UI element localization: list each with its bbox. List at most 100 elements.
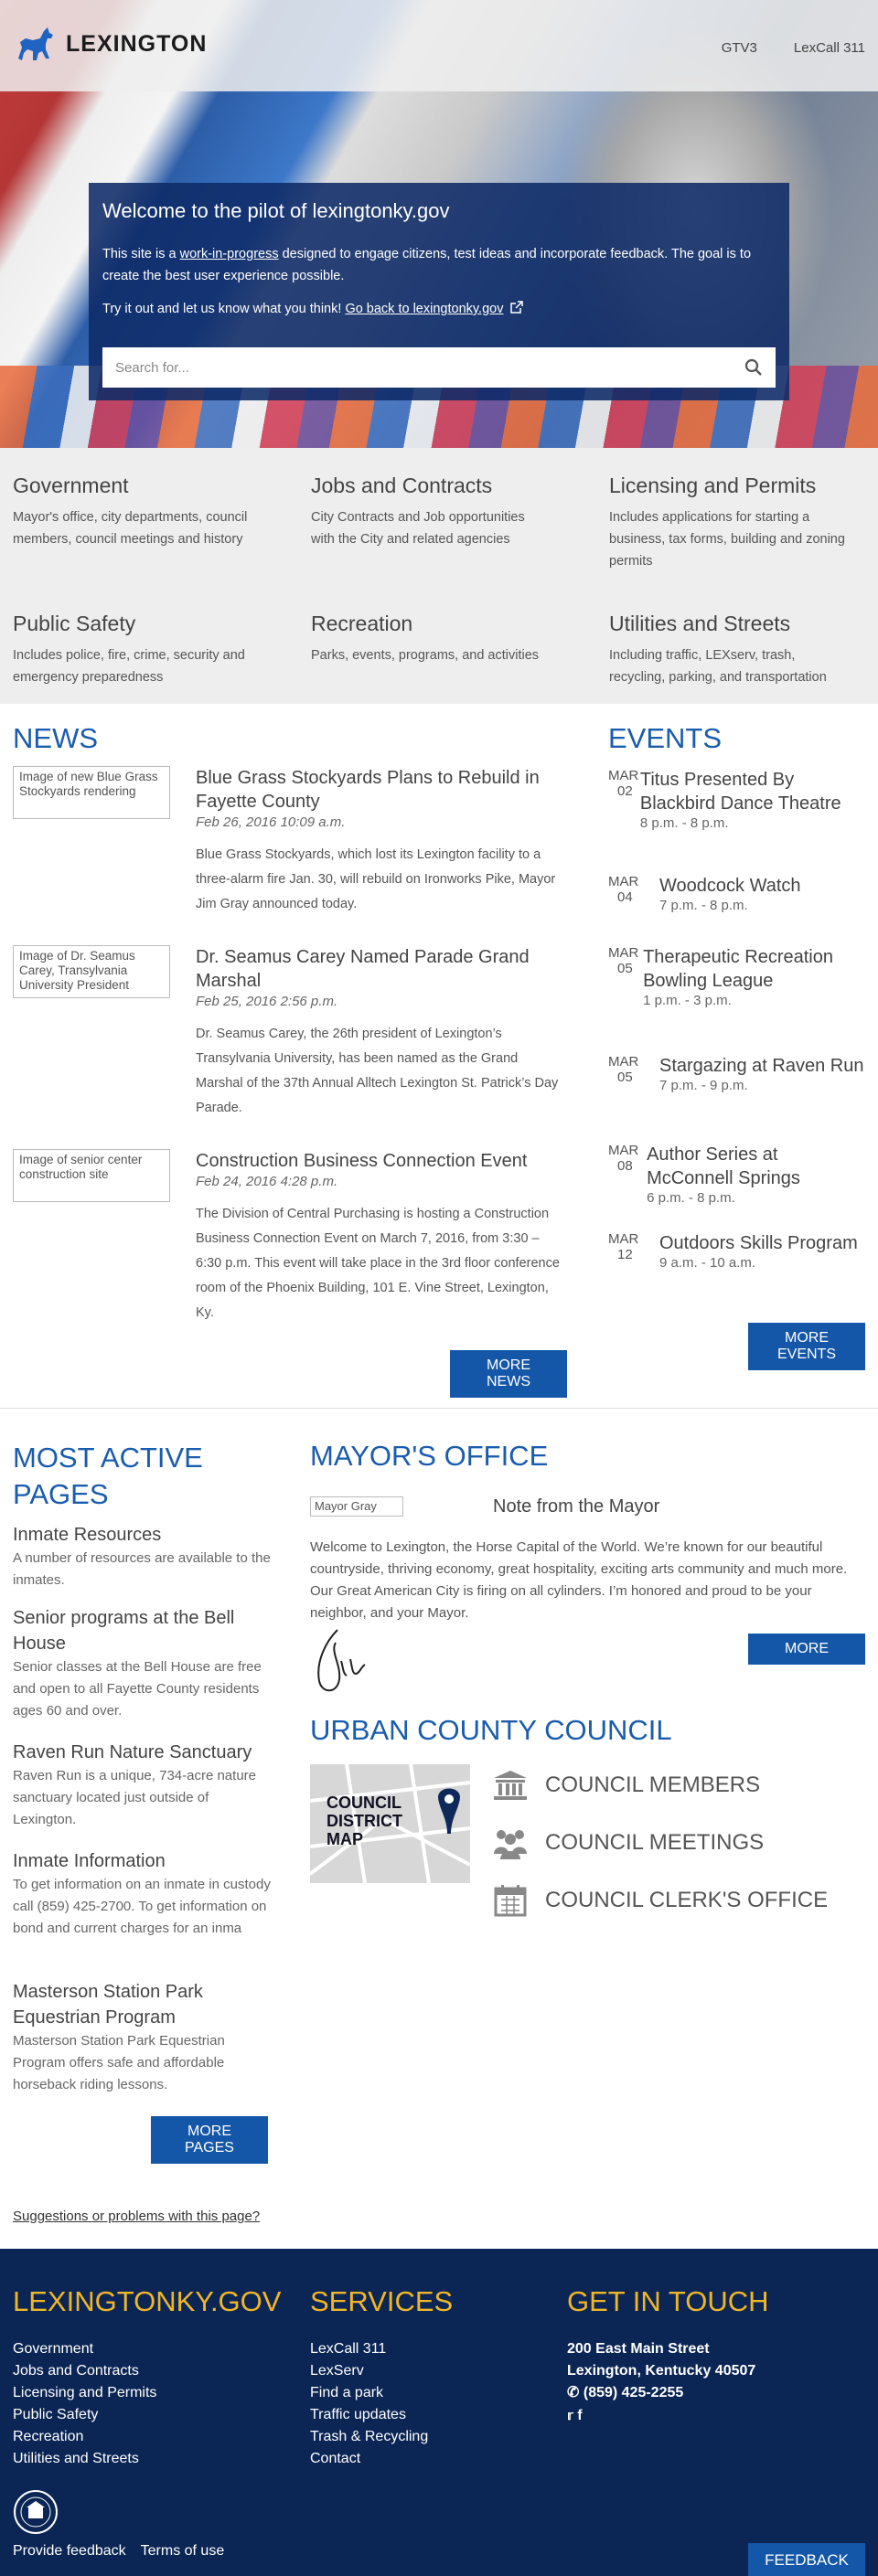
popular-page-desc: A number of resources are available to t… (13, 1550, 271, 1588)
council-district-map[interactable]: COUNCIL DISTRICT MAP (310, 1764, 470, 1883)
footer-link[interactable]: Contact (310, 2448, 428, 2470)
welcome-panel: Welcome to the pilot of lexingtonky.gov … (89, 183, 789, 400)
footer-link[interactable]: Public Safety (13, 2404, 156, 2426)
more-news-button[interactable]: MORE NEWS (450, 1350, 567, 1398)
event-item[interactable]: MAR 08 Author Series at McConnell Springs… (608, 1143, 864, 1206)
hero-banner: LEXINGTON GTV3 LexCall 311 Welcome to th… (0, 0, 878, 448)
news-image[interactable]: Image of new Blue Grass Stockyards rende… (13, 766, 170, 819)
news-summary: The Division of Central Purchasing is ho… (196, 1207, 560, 1320)
category-title[interactable]: Licensing and Permits (609, 474, 865, 498)
footer-link[interactable]: Utilities and Streets (13, 2448, 156, 2470)
category-title[interactable]: Recreation (311, 612, 609, 636)
logo-text: LEXINGTON (66, 30, 208, 57)
event-time: 7 p.m. - 9 p.m. (659, 1078, 748, 1093)
suggestions-link[interactable]: Suggestions or problems with this page? (13, 2209, 260, 2224)
event-title[interactable]: Woodcock Watch (659, 874, 801, 898)
event-title[interactable]: Stargazing at Raven Run (659, 1054, 863, 1078)
category-jobs[interactable]: Jobs and Contracts City Contracts and Job… (311, 474, 609, 588)
popular-page-title[interactable]: Senior programs at the Bell House (13, 1605, 273, 1656)
event-date: MAR 05 (608, 945, 639, 976)
event-title[interactable]: Titus Presented By Blackbird Dance Theat… (640, 768, 864, 815)
site-logo[interactable]: LEXINGTON (13, 22, 207, 66)
category-desc: Mayor's office, city departments, counci… (13, 510, 248, 547)
popular-page-item: Raven Run Nature Sanctuary Raven Run is a… (13, 1740, 273, 1831)
category-desc: Parks, events, programs, and activities (311, 648, 540, 663)
category-recreation[interactable]: Recreation Parks, events, programs, and a… (311, 612, 609, 704)
news-title[interactable]: Blue Grass Stockyards Plans to Rebuild i… (196, 766, 567, 814)
people-icon (494, 1830, 527, 1859)
category-title[interactable]: Public Safety (13, 612, 311, 636)
welcome-feedback: Try it out and let us know what you thin… (102, 298, 776, 320)
event-title[interactable]: Therapeutic Recreation Bowling League (643, 945, 864, 993)
category-title[interactable]: Utilities and Streets (609, 612, 865, 636)
event-item[interactable]: MAR 05 Stargazing at Raven Run 7 p.m. - 9 … (608, 1054, 864, 1093)
footer-services-links: LexCall 311 LexServ Find a park Traffic … (310, 2338, 428, 2470)
event-title[interactable]: Outdoors Skills Program (659, 1231, 858, 1255)
category-title[interactable]: Jobs and Contracts (311, 474, 609, 498)
council-clerks-office-link[interactable]: COUNCIL CLERK'S OFFICE (492, 1884, 828, 1917)
search-input[interactable] (115, 359, 744, 376)
more-pages-button[interactable]: MORE PAGES (151, 2116, 268, 2164)
council-members-link[interactable]: COUNCIL MEMBERS (492, 1769, 760, 1802)
terms-of-use-link[interactable]: Terms of use (141, 2543, 225, 2560)
category-desc: Includes police, fire, crime, security a… (13, 648, 245, 685)
popular-page-item: Inmate Information To get information on … (13, 1848, 273, 1940)
footer-link[interactable]: Recreation (13, 2426, 156, 2448)
category-licensing[interactable]: Licensing and Permits Includes applicatio… (609, 474, 865, 588)
event-title[interactable]: Author Series at McConnell Springs (647, 1143, 864, 1190)
news-date: Feb 25, 2016 2:56 p.m. (196, 994, 338, 1009)
news-image[interactable]: Image of Dr. Seamus Carey, Transylvania … (13, 945, 170, 998)
category-desc: City Contracts and Job opportunities wit… (311, 510, 525, 547)
category-public-safety[interactable]: Public Safety Includes police, fire, crim… (13, 612, 311, 704)
event-item[interactable]: MAR 12 Outdoors Skills Program 9 a.m. - 10… (608, 1231, 864, 1271)
event-date: MAR 05 (608, 1054, 639, 1085)
feedback-button[interactable]: FEEDBACK (748, 2543, 865, 2576)
footer-bottom-links: Provide feedback Terms of use (13, 2543, 224, 2560)
council-heading: URBAN COUNTY COUNCIL (310, 1714, 672, 1746)
footer-phone[interactable]: ✆ (859) 425-2255 (567, 2382, 755, 2404)
gtv3-link[interactable]: GTV3 (722, 40, 757, 56)
event-item[interactable]: MAR 02 Titus Presented By Blackbird Dance… (608, 768, 864, 831)
footer-link[interactable]: Jobs and Contracts (13, 2360, 156, 2382)
more-events-button[interactable]: MORE EVENTS (748, 1323, 865, 1370)
building-icon (494, 1771, 527, 1800)
popular-page-title[interactable]: Raven Run Nature Sanctuary (13, 1740, 273, 1765)
popular-page-desc: Masterson Station Park Equestrian Progra… (13, 2033, 225, 2092)
news-image[interactable]: Image of senior center construction site (13, 1149, 170, 1202)
provide-feedback-link[interactable]: Provide feedback (13, 2543, 126, 2560)
category-desc: Including traffic, LEXserv, trash, recyc… (609, 648, 827, 685)
news-title[interactable]: Construction Business Connection Event (196, 1149, 567, 1173)
mayor-signature-icon (317, 1629, 366, 1692)
lexcall-311-link[interactable]: LexCall 311 (794, 40, 865, 56)
event-time: 1 p.m. - 3 p.m. (643, 993, 732, 1008)
site-footer: LEXINGTONKY.GOV Government Jobs and Cont… (0, 2249, 878, 2576)
mayor-more-button[interactable]: MORE (748, 1634, 865, 1665)
news-date: Feb 24, 2016 4:28 p.m. (196, 1174, 338, 1189)
work-in-progress-link[interactable]: work-in-progress (180, 247, 279, 261)
popular-page-title[interactable]: Inmate Information (13, 1848, 273, 1874)
popular-page-desc: Raven Run is a unique, 734-acre nature s… (13, 1768, 257, 1827)
footer-link[interactable]: LexCall 311 (310, 2338, 428, 2360)
category-government[interactable]: Government Mayor's office, city departmen… (13, 474, 311, 588)
twitter-icon[interactable]: 𝕣 (567, 2408, 573, 2422)
category-title[interactable]: Government (13, 474, 311, 498)
event-item[interactable]: MAR 05 Therapeutic Recreation Bowling Lea… (608, 945, 864, 1008)
council-meetings-link[interactable]: COUNCIL MEETINGS (492, 1826, 764, 1859)
event-item[interactable]: MAR 04 Woodcock Watch 7 p.m. - 8 p.m. (608, 874, 864, 913)
footer-link[interactable]: Government (13, 2338, 156, 2360)
footer-link[interactable]: LexServ (310, 2360, 428, 2382)
search-icon[interactable] (744, 358, 763, 377)
news-title[interactable]: Dr. Seamus Carey Named Parade Grand Mars… (196, 945, 567, 993)
popular-page-title[interactable]: Inmate Resources (13, 1522, 273, 1548)
popular-page-title[interactable]: Masterson Station Park Equestrian Progra… (13, 1979, 273, 2030)
footer-link[interactable]: Licensing and Permits (13, 2382, 156, 2404)
footer-site-heading: LEXINGTONKY.GOV (13, 2285, 282, 2317)
footer-link[interactable]: Find a park (310, 2382, 428, 2404)
facebook-icon[interactable]: f (577, 2408, 582, 2423)
footer-address-line: Lexington, Kentucky 40507 (567, 2363, 756, 2379)
back-to-site-link[interactable]: Go back to lexingtonky.gov (345, 302, 503, 316)
events-heading: EVENTS (608, 722, 723, 754)
category-utilities[interactable]: Utilities and Streets Including traffic, … (609, 612, 865, 704)
footer-link[interactable]: Traffic updates (310, 2404, 428, 2426)
footer-link[interactable]: Trash & Recycling (310, 2426, 428, 2448)
